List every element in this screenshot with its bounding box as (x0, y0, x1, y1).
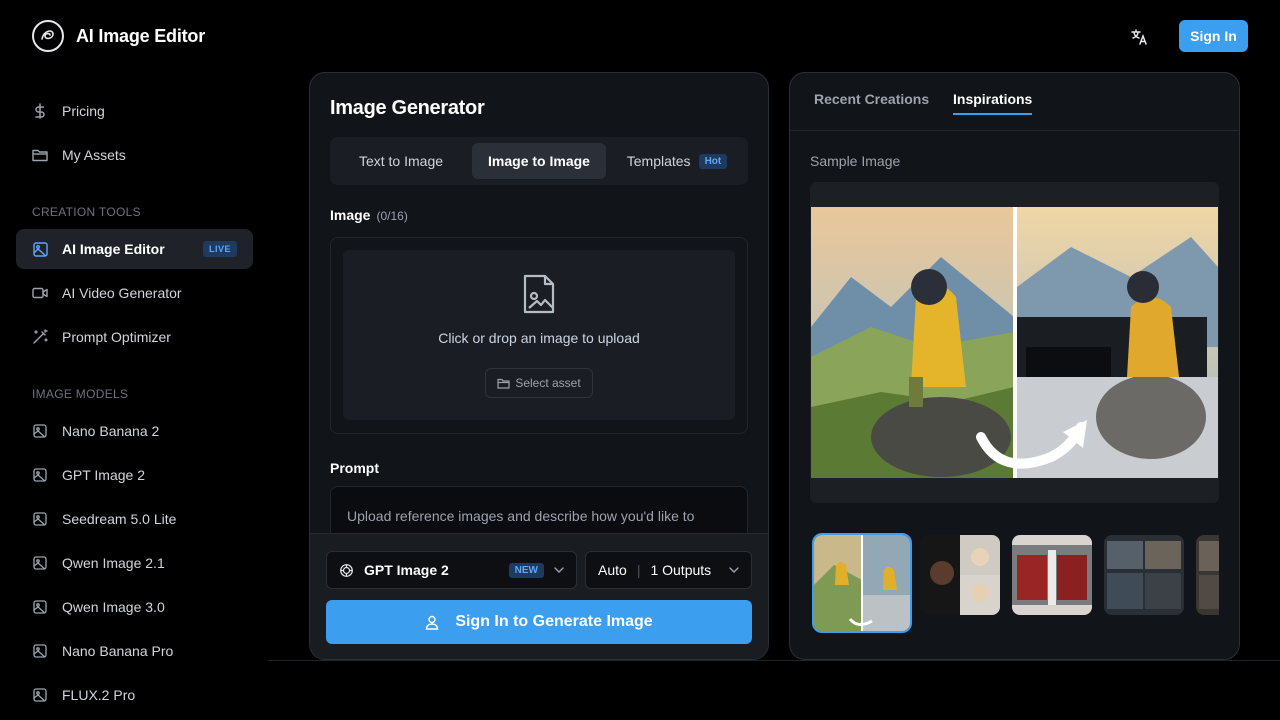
tab-text-to-image[interactable]: Text to Image (336, 143, 466, 179)
model-select[interactable]: GPT Image 2 NEW (326, 551, 577, 589)
sidebar-item-label: My Assets (62, 147, 126, 163)
sidebar-item-label: FLUX.2 Pro (62, 687, 136, 703)
sidebar-item-label: Qwen Image 3.0 (62, 599, 165, 615)
image-icon (32, 467, 48, 483)
upload-area: Click or drop an image to upload Select … (330, 237, 748, 434)
tab-label: Text to Image (358, 153, 444, 169)
panel-title: Image Generator (330, 97, 485, 119)
sidebar-item-label: Pricing (62, 103, 105, 119)
sidebar-item-label: AI Image Editor (62, 241, 165, 257)
mode-tabs: Text to Image Image to Image Templates Ho… (330, 137, 748, 185)
outputs-value: 1 Outputs (650, 562, 712, 578)
tab-recent-creations[interactable]: Recent Creations (814, 91, 929, 113)
folder-icon (497, 378, 510, 389)
chevron-down-icon (554, 567, 564, 573)
thumbnail-image (1196, 535, 1219, 615)
user-icon (426, 615, 439, 630)
sample-thumbnails (810, 533, 1219, 633)
sign-in-button[interactable]: Sign In (1179, 20, 1248, 52)
generate-bar: GPT Image 2 NEW Auto | 1 Outputs Sign In… (310, 533, 768, 659)
image-icon (32, 423, 48, 439)
sidebar-item-prompt-optimizer[interactable]: Prompt Optimizer (16, 317, 253, 357)
select-asset-button[interactable]: Select asset (485, 368, 593, 398)
creation-tools-heading: CREATION TOOLS (32, 205, 141, 219)
sidebar-item-flux-2-pro[interactable]: FLUX.2 Pro (16, 675, 253, 715)
app-logo[interactable]: AI Image Editor (32, 20, 205, 52)
sidebar-item-label: AI Video Generator (62, 285, 182, 301)
image-icon (32, 643, 48, 659)
separator: | (636, 562, 641, 578)
image-icon (32, 511, 48, 527)
dollar-icon (32, 103, 48, 119)
sidebar-item-pricing[interactable]: Pricing (16, 91, 253, 131)
image-models-heading: IMAGE MODELS (32, 387, 129, 401)
sidebar-item-seedream[interactable]: Seedream 5.0 Lite (16, 499, 253, 539)
thumbnail[interactable] (1196, 535, 1219, 615)
image-count: (0/16) (376, 209, 408, 223)
divider (268, 660, 1280, 661)
sidebar-item-my-assets[interactable]: My Assets (16, 135, 253, 175)
image-icon (32, 687, 48, 703)
image-icon (32, 599, 48, 615)
model-name: GPT Image 2 (364, 562, 449, 578)
sidebar-item-label: Nano Banana 2 (62, 423, 160, 439)
logo-mark-icon (32, 20, 64, 52)
thumbnail-image (920, 535, 1000, 615)
sidebar-item-label: Prompt Optimizer (62, 329, 171, 345)
thumbnail[interactable] (1012, 535, 1092, 615)
image-field-label: Image (0/16) (330, 207, 408, 223)
thumbnail[interactable] (1104, 535, 1184, 615)
gallery-tabs: Recent Creations Inspirations (790, 73, 1239, 131)
image-label-text: Image (330, 207, 371, 223)
folder-icon (32, 147, 48, 163)
sidebar-item-gpt-image-2[interactable]: GPT Image 2 (16, 455, 253, 495)
sidebar-item-ai-image-editor[interactable]: AI Image Editor LIVE (16, 229, 253, 269)
language-icon[interactable] (1126, 24, 1152, 50)
upload-dropzone[interactable]: Click or drop an image to upload Select … (343, 250, 735, 420)
wand-icon (32, 329, 48, 345)
live-badge: LIVE (202, 241, 237, 257)
tab-inspirations[interactable]: Inspirations (953, 91, 1033, 115)
upload-instructions: Click or drop an image to upload (438, 330, 640, 346)
sidebar-item-qwen-2-1[interactable]: Qwen Image 2.1 (16, 543, 253, 583)
hot-badge: Hot (698, 153, 728, 169)
sample-image-preview (810, 182, 1219, 503)
thumbnail[interactable] (812, 533, 912, 633)
sidebar-item-qwen-3-0[interactable]: Qwen Image 3.0 (16, 587, 253, 627)
openai-icon (340, 563, 353, 577)
new-badge: NEW (508, 562, 544, 578)
image-icon (32, 241, 48, 257)
app-title: AI Image Editor (76, 25, 206, 46)
thumbnail-image (1104, 535, 1184, 615)
ratio-value: Auto (598, 562, 627, 578)
tab-label: Image to Image (488, 153, 590, 169)
sidebar-item-nano-banana-pro[interactable]: Nano Banana Pro (16, 631, 253, 671)
select-asset-label: Select asset (515, 376, 581, 390)
video-icon (32, 285, 48, 301)
sidebar-item-label: GPT Image 2 (62, 467, 146, 483)
generate-label: Sign In to Generate Image (455, 613, 653, 630)
chevron-down-icon (729, 567, 739, 573)
generate-button[interactable]: Sign In to Generate Image (326, 600, 752, 644)
thumbnail[interactable] (920, 535, 1000, 615)
sample-image-label: Sample Image (810, 153, 901, 169)
thumbnail-image (814, 535, 910, 631)
sidebar-item-label: Seedream 5.0 Lite (62, 511, 177, 527)
tab-templates[interactable]: Templates Hot (612, 143, 742, 179)
tab-label: Templates (626, 153, 691, 169)
prompt-label: Prompt (330, 460, 379, 476)
sidebar-item-label: Qwen Image 2.1 (62, 555, 165, 571)
inspirations-panel: Recent Creations Inspirations Sample Ima… (789, 72, 1240, 660)
sidebar-item-label: Nano Banana Pro (62, 643, 174, 659)
thumbnail-image (1012, 535, 1092, 615)
sidebar-item-nano-banana-2[interactable]: Nano Banana 2 (16, 411, 253, 451)
image-generator-panel: Image Generator Text to Image Image to I… (309, 72, 769, 660)
tab-image-to-image[interactable]: Image to Image (472, 143, 606, 179)
image-file-icon (521, 272, 557, 316)
sidebar-item-ai-video-generator[interactable]: AI Video Generator (16, 273, 253, 313)
sample-image (811, 207, 1218, 478)
outputs-select[interactable]: Auto | 1 Outputs (585, 551, 752, 589)
image-icon (32, 555, 48, 571)
